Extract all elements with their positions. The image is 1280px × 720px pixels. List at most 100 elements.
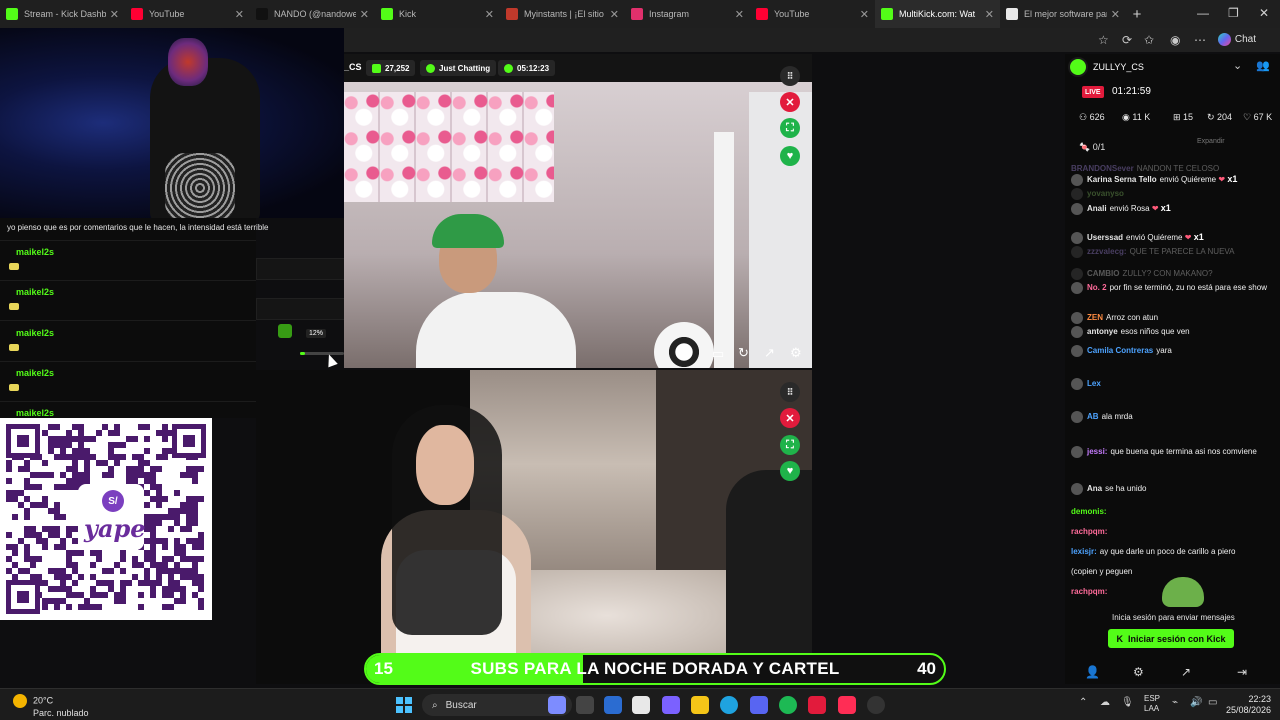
qr-module [54,424,60,430]
mic-icon[interactable]: 🎙 [1121,697,1134,708]
logout-icon[interactable]: ⇥ [1237,665,1247,679]
refresh-icon[interactable]: ↻ [738,345,749,361]
webcam-overlay [0,28,344,218]
qr-module [30,472,36,478]
stream-player-1[interactable]: _CS 27,252 Just Chatting 05:12:23 [344,54,812,368]
close-stream-icon[interactable]: ✕ [780,408,800,428]
extension-icon[interactable]: ⟳ [1122,33,1132,47]
stream-player-2[interactable] [256,370,812,684]
volume-icon[interactable]: 🔊 [1190,697,1202,708]
settings-icon[interactable]: ⚙ [790,345,802,361]
favorite-heart-icon[interactable]: ♥ [780,146,800,166]
new-tab-icon[interactable]: + [1126,6,1148,23]
edge-icon[interactable] [720,696,738,714]
chat-username: BRANDONSever [1071,164,1134,173]
network-icon[interactable]: ☁ [1100,697,1110,708]
start-button[interactable] [396,697,412,713]
close-stream-icon[interactable]: ✕ [780,92,800,112]
battery-icon[interactable]: ▭ [1208,697,1217,708]
users-icon[interactable]: 👥 [1256,59,1270,72]
maximize-icon[interactable]: ❐ [1228,6,1239,20]
browser-tab[interactable]: YouTube ✕ [125,0,250,28]
qr-module [66,550,72,556]
open-external-icon[interactable]: ↗ [764,345,775,361]
spotify-icon[interactable] [779,696,797,714]
sign-in-hint: Inicia sesión para enviar mensajes [1112,613,1235,622]
weather-widget[interactable]: 20°C Parc. nublado [13,694,89,719]
browser-tab[interactable]: Kick ✕ [375,0,500,28]
qr-module [48,508,54,514]
browser-tab[interactable]: YouTube ✕ [750,0,875,28]
browser-tab-bar: Stream - Kick Dashboard✕YouTube✕NANDO (@… [0,0,1280,28]
drag-handle-icon[interactable]: ⠿ [780,382,800,402]
chevron-down-icon[interactable]: ⌄ [1233,59,1242,72]
discord-icon[interactable] [750,696,768,714]
live-timer: 01:21:59 [1112,86,1151,97]
clock[interactable]: 22:23 25/08/2026 [1226,694,1271,716]
chat-username: maikel2s [16,247,55,257]
sign-in-kick-button[interactable]: K Iniciar sesión con Kick [1108,629,1234,648]
settings-icon[interactable]: ⚙ [1133,665,1144,679]
chat-avatar [1071,326,1083,338]
qr-module [192,574,198,580]
channel-name[interactable]: ZULLYY_CS [1093,62,1144,72]
file-explorer-icon[interactable] [691,696,709,714]
volume-icon[interactable] [278,324,292,338]
copilot-chat-button[interactable]: Chat [1217,33,1256,46]
windows-taskbar: 20°C Parc. nublado ⌕ Buscar ⌃ ☁ 🎙 ESP LAA ⌁… [0,688,1280,720]
minimize-icon[interactable]: — [1197,6,1209,20]
popout-icon[interactable]: ↗ [1181,665,1191,679]
close-tab-icon[interactable]: ✕ [235,8,244,21]
qr-module [12,490,18,496]
profile-icon[interactable]: ◉ [1170,33,1180,47]
close-tab-icon[interactable]: ✕ [735,8,744,21]
ghost-row [256,258,358,280]
qr-module [6,496,12,502]
tab-favicon-icon [1006,8,1018,20]
drag-handle-icon[interactable]: ⠿ [780,66,800,86]
language-indicator[interactable]: ESP LAA [1144,694,1160,714]
app-icon[interactable] [548,696,566,714]
app-icon[interactable] [808,696,826,714]
copilot-app-icon[interactable] [662,696,680,714]
close-tab-icon[interactable]: ✕ [610,8,619,21]
browser-tab[interactable]: NANDO (@nandoweedl)✕ [250,0,375,28]
expand-button[interactable]: Expandir [1197,138,1225,145]
pip-icon[interactable]: ▭ [712,346,724,362]
qr-module [60,568,66,574]
widgets-icon[interactable] [604,696,622,714]
close-tab-icon[interactable]: ✕ [985,8,994,21]
close-tab-icon[interactable]: ✕ [360,8,369,21]
obs-icon[interactable] [867,696,885,714]
qr-module [78,454,84,460]
more-icon[interactable]: ⋯ [1194,33,1206,47]
browser-tab[interactable]: Myinstants | ¡El sitio web✕ [500,0,625,28]
fullscreen-icon[interactable]: ⛶ [780,435,800,455]
close-tab-icon[interactable]: ✕ [1111,8,1120,21]
favorite-heart-icon[interactable]: ♥ [780,461,800,481]
qr-module [36,502,42,508]
browser-tab[interactable]: MultiKick.com: Wat ✕ [875,0,1000,28]
close-tab-icon[interactable]: ✕ [860,8,869,21]
chat-message: Lex [1071,378,1104,390]
task-view-icon[interactable] [576,696,594,714]
fullscreen-icon[interactable]: ⛶ [780,118,800,138]
browser-tab[interactable]: Instagram ✕ [625,0,750,28]
browser-tab[interactable]: El mejor software para p✕ [1000,0,1126,28]
store-icon[interactable] [632,696,650,714]
chat-message: Ana se ha unido [1071,483,1147,495]
close-tab-icon[interactable]: ✕ [110,8,119,21]
volume-slider[interactable] [300,352,344,355]
tiktok-icon[interactable] [838,696,856,714]
star-icon[interactable]: ☆ [1098,33,1109,47]
wifi-icon[interactable]: ⌁ [1172,697,1178,708]
chevron-up-icon[interactable]: ⌃ [1079,697,1087,708]
qr-module [186,502,192,508]
close-window-icon[interactable]: ✕ [1259,6,1269,20]
add-user-icon[interactable]: 👤 [1085,665,1100,679]
favorites-icon[interactable]: ✩ [1144,33,1154,47]
channel-avatar[interactable] [1068,57,1088,77]
qr-module [156,538,162,544]
browser-tab[interactable]: Stream - Kick Dashboard✕ [0,0,125,28]
close-tab-icon[interactable]: ✕ [485,8,494,21]
